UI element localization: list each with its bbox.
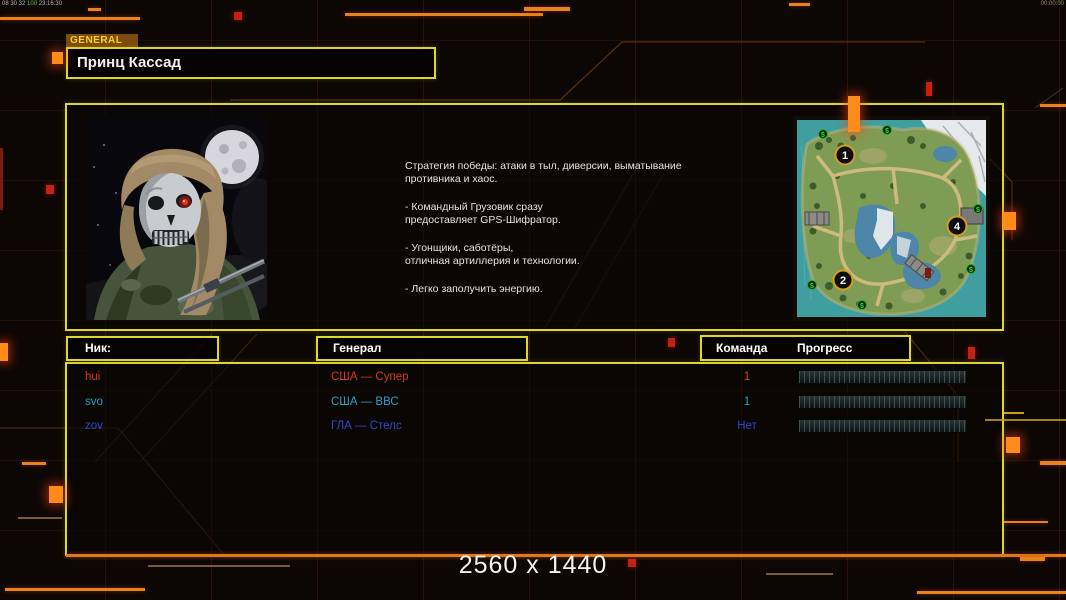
- player-row: zov ГЛА — Стелс Нет: [67, 415, 998, 437]
- strategy-paragraph: - Легко заполучить энергию.: [405, 283, 543, 295]
- decor-bar: [5, 588, 145, 591]
- svg-text:$: $: [810, 283, 814, 290]
- svg-text:4: 4: [954, 221, 961, 233]
- general-portrait-image: [86, 115, 267, 320]
- briefing-panel: Стратегия победы: атаки в тыл, диверсии,…: [65, 103, 1004, 331]
- status-text-left: 08 30 32 100 23:16:30: [2, 1, 62, 8]
- lobby-screen: 08 30 32 100 23:16:30 00:00:00 GENERAL П…: [0, 0, 1066, 600]
- player-general: ГЛА — Стелс: [331, 420, 402, 432]
- player-progress-bar: [798, 370, 967, 384]
- svg-text:$: $: [976, 207, 980, 214]
- svg-text:$: $: [821, 132, 825, 139]
- status-left-part2: 100: [27, 1, 38, 7]
- status-left-part3: 23:16:30: [38, 1, 63, 7]
- supply-icon: $: [973, 204, 983, 214]
- strategy-paragraph: Стратегия победы: атаки в тыл, диверсии,…: [405, 160, 682, 185]
- player-nick: hui: [85, 371, 101, 383]
- decor-bar: [524, 7, 570, 11]
- player-progress-bar: [798, 419, 967, 433]
- decor-bar: [0, 17, 140, 20]
- svg-text:1: 1: [842, 150, 848, 162]
- player-nick: zov: [85, 420, 103, 432]
- decor-glow-square: [49, 486, 63, 503]
- player-team: Нет: [737, 420, 757, 432]
- decor-red-square: [46, 185, 54, 194]
- player-general: США — Супер: [331, 371, 409, 383]
- decor-bar: [88, 8, 101, 11]
- players-panel: hui США — Супер 1 svo США — ВВС 1 zov ГЛ…: [65, 362, 1004, 556]
- decor-bar: [1040, 461, 1066, 465]
- player-nick: svo: [85, 396, 103, 408]
- map-preview-image: $ $ $ $ $ $ 1 2 4: [793, 116, 990, 321]
- supply-icon: $: [857, 300, 867, 310]
- player-team: 1: [743, 396, 751, 408]
- svg-text:$: $: [860, 303, 864, 310]
- decor-red-square: [668, 338, 675, 347]
- start-position-2: 2: [832, 269, 854, 291]
- general-name: Принц Кассад: [77, 54, 182, 71]
- supply-icon: $: [882, 125, 892, 135]
- strategy-text: Стратегия победы: атаки в тыл, диверсии,…: [405, 160, 745, 311]
- player-progress-bar: [798, 395, 967, 409]
- decor-bar: [345, 13, 543, 16]
- player-general: США — ВВС: [331, 396, 399, 408]
- decor-bar: [1040, 104, 1066, 107]
- svg-text:$: $: [885, 128, 889, 135]
- decor-red-square: [234, 12, 242, 20]
- header-general: Генерал: [316, 336, 528, 361]
- header-nick: Ник:: [66, 336, 219, 361]
- player-row: svo США — ВВС 1: [67, 391, 998, 413]
- decor-bar: [789, 3, 810, 6]
- supply-icon: $: [966, 264, 976, 274]
- skull-mask: [139, 173, 201, 247]
- start-position-4: 4: [946, 215, 968, 237]
- status-text-right: 00:00:00: [1040, 1, 1064, 7]
- decor-yellow-dash: [1004, 412, 1024, 414]
- decor-line: [18, 517, 62, 519]
- start-position-1: 1: [834, 144, 856, 166]
- general-tag: GENERAL: [66, 34, 138, 47]
- decor-red-bar: [0, 148, 3, 210]
- resolution-label: 2560 x 1440: [458, 551, 608, 579]
- header-team: Команда: [716, 341, 768, 355]
- status-left-part1: 08 30 32: [2, 1, 26, 7]
- strategy-paragraph: - Угонщики, саботёры, отличная артиллери…: [405, 242, 580, 267]
- decor-red-square: [926, 82, 932, 96]
- strategy-paragraph: - Командный Грузовик сразу предоставляет…: [405, 201, 561, 226]
- decor-glow-square: [52, 52, 63, 64]
- header-progress: Прогресс: [797, 341, 853, 355]
- decor-glow-square: [0, 343, 8, 361]
- decor-bar: [1004, 521, 1048, 523]
- player-row: hui США — Супер 1: [67, 366, 998, 388]
- supply-icon: $: [818, 129, 828, 139]
- svg-text:2: 2: [840, 275, 846, 287]
- decor-glow-square: [1006, 437, 1020, 453]
- decor-glow-square: [1003, 212, 1016, 230]
- decor-bar: [22, 462, 46, 465]
- general-name-box: Принц Кассад: [66, 47, 436, 79]
- decor-bar: [917, 591, 1066, 594]
- svg-text:$: $: [969, 267, 973, 274]
- decor-red-square: [968, 347, 975, 359]
- player-team: 1: [743, 371, 751, 383]
- header-team-progress: Команда Прогресс: [700, 335, 911, 361]
- supply-icon: $: [807, 280, 817, 290]
